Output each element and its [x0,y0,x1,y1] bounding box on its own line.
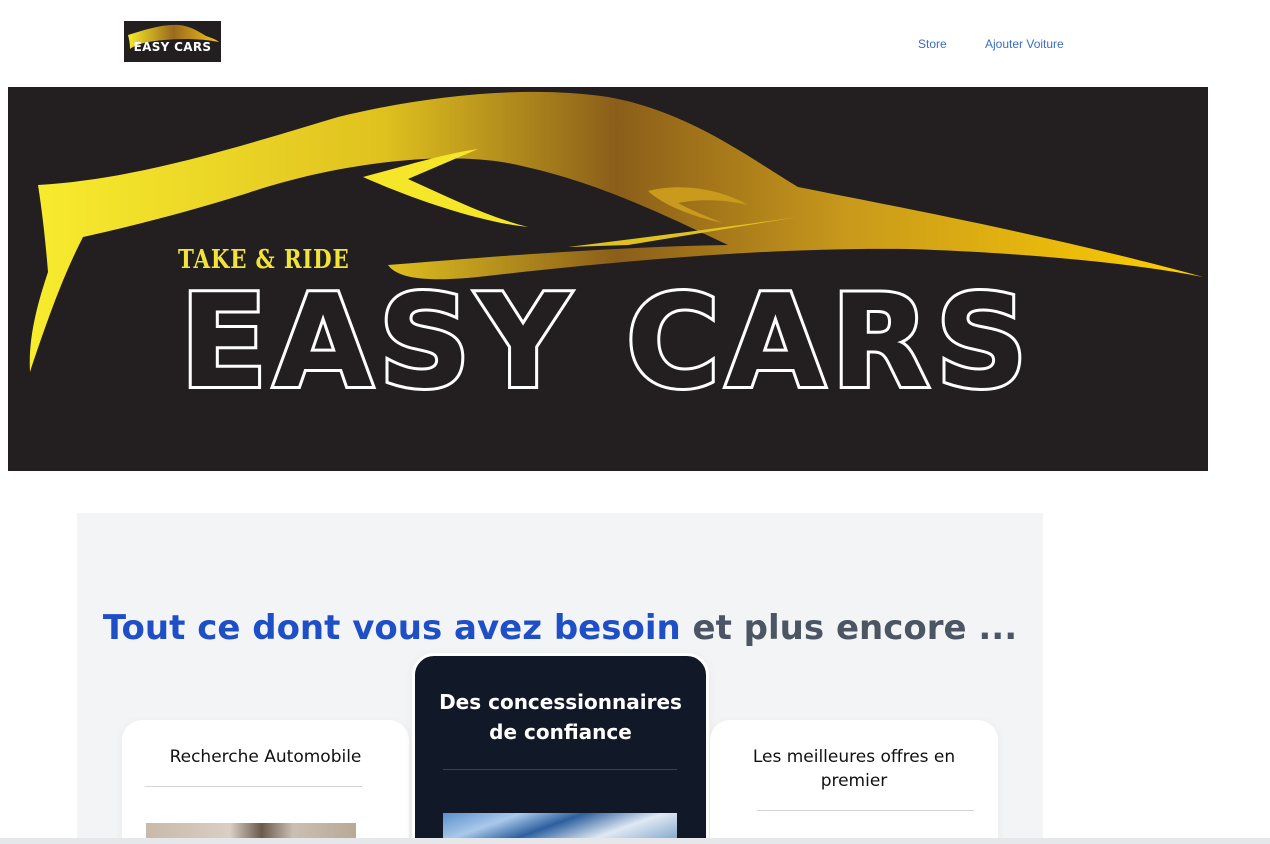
features-title: Tout ce dont vous avez besoin et plus en… [77,608,1043,648]
navbar: EASY CARS Store Ajouter Voiture [0,0,1270,87]
card-divider [757,810,974,811]
hero-brand-title: EASY CARS [177,268,1034,417]
card-divider [145,786,362,787]
feature-card-title: Recherche Automobile [169,747,362,767]
feature-card-search[interactable]: Recherche Automobile [122,720,409,844]
feature-card-offers[interactable]: Les meilleures offres en premier [710,720,998,844]
horizontal-scrollbar[interactable] [0,838,1270,844]
feature-card-title: Les meilleures offres en premier [752,747,956,791]
page: EASY CARS Store Ajouter Voiture TAKE & R… [0,0,1270,844]
feature-card-title: Des concessionnaires de confiance [439,690,682,744]
feature-card-dealers[interactable]: Des concessionnaires de confiance [412,653,709,844]
hero-banner: TAKE & RIDE EASY CARS [8,87,1208,471]
features-title-rest: et plus encore ... [680,608,1018,648]
nav-link-add-car[interactable]: Ajouter Voiture [985,37,1064,51]
features-section: Tout ce dont vous avez besoin et plus en… [77,513,1043,844]
nav-links: Store Ajouter Voiture [0,37,1270,53]
features-title-accent: Tout ce dont vous avez besoin [102,608,681,648]
nav-link-store[interactable]: Store [918,37,947,51]
card-divider [443,769,677,770]
